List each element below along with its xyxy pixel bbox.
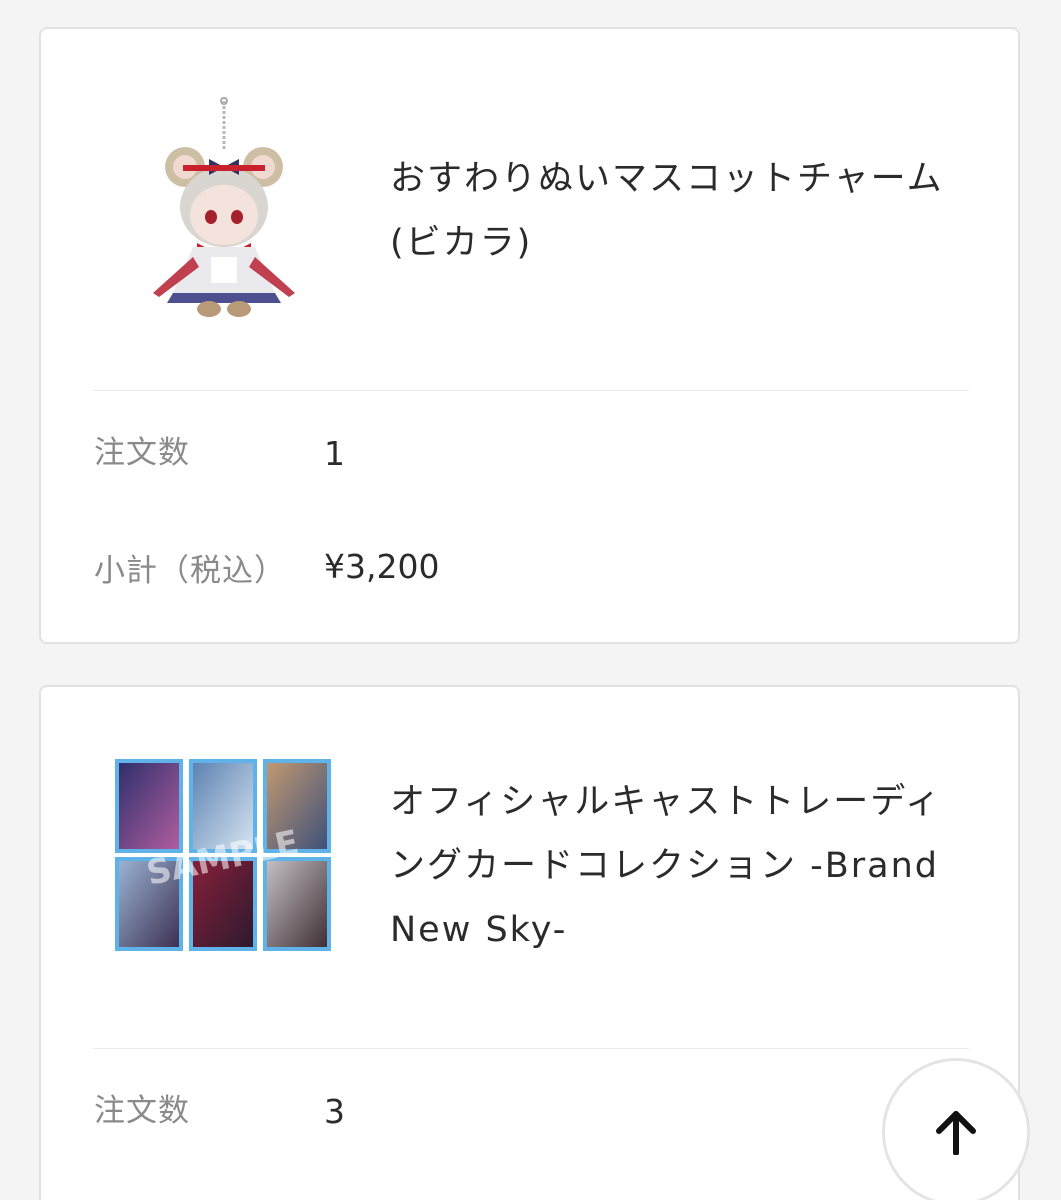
order-item-card: おすわりぬいマスコットチャーム (ビカラ) 注文数 1 小計（税込） ¥3,20… [39,27,1020,644]
product-title[interactable]: おすわりぬいマスコットチャーム (ビカラ) [390,147,970,275]
quantity-label: 注文数 [94,435,190,471]
quantity-value: 3 [324,1092,345,1131]
arrow-up-icon [936,1111,976,1155]
order-item-card: SAMPLE オフィシャルキャストトレーディングカードコレクション -Brand… [39,685,1020,1200]
mascot-charm-plush-image[interactable] [113,97,337,321]
product-title[interactable]: オフィシャルキャストトレーディングカードコレクション -Brand New Sk… [390,770,970,962]
subtotal-value: ¥3,200 [324,547,440,586]
subtotal-label: 小計（税込） [94,553,286,589]
quantity-label: 注文数 [94,1093,190,1129]
divider [93,1048,969,1049]
scroll-to-top-button[interactable] [882,1058,1030,1200]
divider [93,390,969,391]
order-items-page: おすわりぬいマスコットチャーム (ビカラ) 注文数 1 小計（税込） ¥3,20… [0,0,1061,1200]
trading-card-collection-image[interactable]: SAMPLE [113,757,337,981]
quantity-value: 1 [324,434,345,473]
